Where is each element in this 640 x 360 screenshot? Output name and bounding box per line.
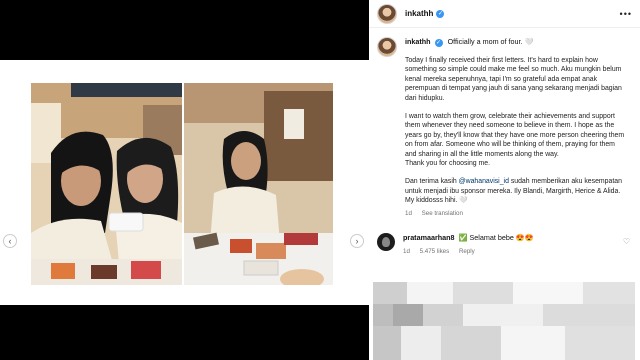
pixel-block (373, 326, 401, 360)
photo-two-girls-phone[interactable] (31, 83, 182, 285)
caption-body: inkathh ✓ Officially a mom of four. 🤍 Toda… (405, 37, 626, 217)
pixel-block (583, 282, 635, 304)
caption: inkathh ✓ Officially a mom of four. 🤍 Toda… (369, 28, 640, 217)
media-pane: ‹ › (0, 0, 369, 360)
chevron-right-icon: › (355, 236, 359, 246)
caption-paragraph-3: Thank you for choosing me. (405, 160, 491, 168)
mention-link[interactable]: @wahanavisi_id (459, 178, 509, 185)
caption-paragraph-4: Dan terima kasih @wahanavisi_id sudah me… (405, 177, 626, 205)
comment-likes[interactable]: 5.475 likes (420, 248, 450, 255)
pixel-block (513, 282, 583, 304)
verified-badge-icon: ✓ (436, 9, 445, 18)
comment-message: ✅ Selamat bebe 😍😍 (458, 232, 534, 242)
pixel-block (463, 304, 543, 326)
post-age: 1d (405, 209, 412, 217)
comment-body: pratamaarhan8 ✅ Selamat bebe 😍😍 1d 5.475 … (403, 233, 534, 255)
pixel-block (501, 326, 565, 360)
comment-meta: 1d 5.475 likes Reply (403, 248, 534, 255)
pixel-block (407, 282, 453, 304)
pixel-block (453, 282, 513, 304)
more-options-icon[interactable]: ••• (620, 9, 632, 19)
carousel-prev-button[interactable]: ‹ (3, 234, 17, 248)
comment: pratamaarhan8 ✅ Selamat bebe 😍😍 1d 5.475 … (369, 217, 640, 255)
pixel-block (393, 304, 423, 326)
post-media-card: ‹ › (0, 60, 369, 305)
pixel-block (441, 326, 501, 360)
pixel-block (373, 282, 407, 304)
caption-headline: inkathh ✓ Officially a mom of four. 🤍 (405, 37, 626, 47)
verified-badge-icon: ✓ (434, 39, 443, 47)
caption-paragraph-2: I want to watch them grow, celebrate the… (405, 113, 625, 158)
pixel-block (401, 326, 441, 360)
pixel-block (423, 304, 463, 326)
see-translation-link[interactable]: See translation (422, 210, 463, 217)
comment-username[interactable]: pratamaarhan8 (403, 233, 455, 242)
pixel-block (565, 326, 635, 360)
carousel-next-button[interactable]: › (350, 234, 364, 248)
avatar[interactable] (377, 3, 397, 24)
caption-headline-text: Officially a mom of four. 🤍 (447, 37, 534, 46)
post-username[interactable]: inkathh (405, 9, 433, 18)
caption-paragraph-1: Today I finally received their first let… (405, 57, 622, 102)
instagram-post-view: ‹ › inkathh ✓ ••• inkathh ✓ Officially a m… (0, 0, 640, 360)
caption-username[interactable]: inkathh (405, 37, 431, 46)
caption-avatar[interactable] (377, 37, 397, 57)
pixel-block (373, 304, 393, 326)
photo-two-girls-graphic (31, 83, 182, 285)
caption-meta: 1d See translation (405, 210, 626, 217)
caption-paragraph-4-pre: Dan terima kasih (405, 178, 459, 186)
comment-age: 1d (403, 247, 410, 255)
pixel-block (543, 304, 635, 326)
comment-reply[interactable]: Reply (459, 248, 475, 255)
post-header: inkathh ✓ ••• (369, 0, 640, 28)
chevron-left-icon: ‹ (8, 236, 12, 246)
comment-avatar[interactable] (377, 232, 395, 251)
comment-text: pratamaarhan8 ✅ Selamat bebe 😍😍 (403, 233, 534, 242)
pixelated-comments-region (373, 282, 635, 360)
photo-girl-reading-letters[interactable] (184, 83, 333, 285)
photo-girl-reading-graphic (184, 83, 333, 285)
heart-icon[interactable]: ♡ (623, 237, 630, 246)
